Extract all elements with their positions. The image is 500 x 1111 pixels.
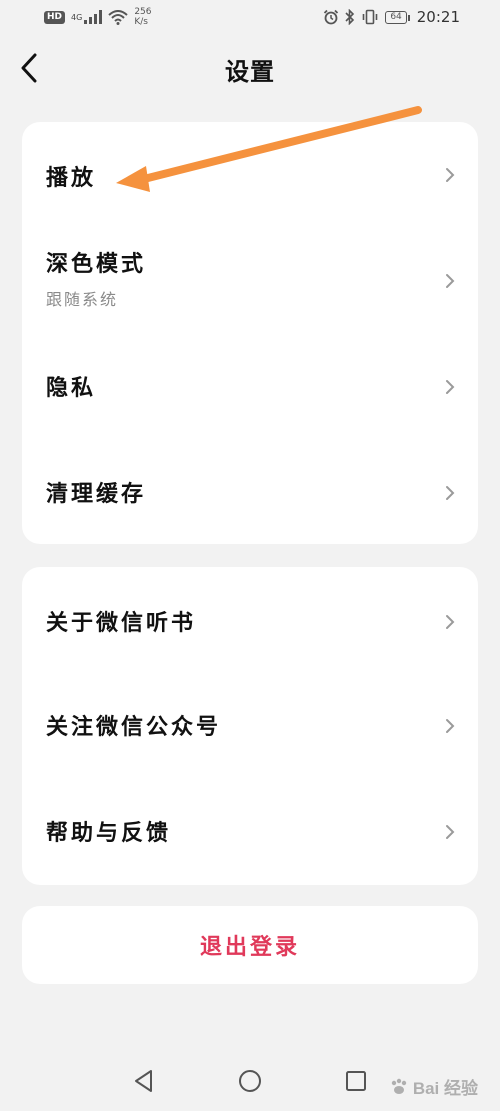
settings-item-label: 关注微信公众号 <box>46 715 222 740</box>
net-speed-unit: K/s <box>134 17 148 27</box>
settings-item-label: 关于微信听书 <box>46 611 197 636</box>
logout-button[interactable]: 退出登录 <box>22 906 478 984</box>
vibrate-icon <box>363 9 378 25</box>
wifi-icon <box>108 9 128 25</box>
watermark-text: Bai 经验 <box>412 1079 478 1098</box>
battery-indicator: 64 <box>385 10 411 24</box>
status-bar: HD 4G 256 K/s 64 20:21 <box>0 0 500 34</box>
settings-item-label: 帮助与反馈 <box>46 821 172 846</box>
alarm-icon <box>324 9 339 25</box>
system-nav-bar: Bai 经验 <box>0 1050 500 1111</box>
hd-badge: HD <box>44 10 66 24</box>
settings-item-label: 播放 <box>46 166 97 191</box>
network-type-label: 4G <box>71 13 83 22</box>
status-right: 64 20:21 <box>323 8 460 26</box>
watermark: Bai 经验 <box>389 1074 478 1099</box>
cell-signal-icon <box>84 10 103 24</box>
triangle-back-icon[interactable] <box>131 1068 157 1094</box>
circle-home-icon[interactable] <box>237 1068 263 1094</box>
settings-item-follow-account[interactable]: 关注微信公众号 <box>22 689 478 761</box>
settings-item-clear-cache[interactable]: 清理缓存 <box>22 456 478 528</box>
chevron-right-icon <box>446 168 455 182</box>
settings-item-sublabel: 跟随系统 <box>46 290 119 309</box>
chevron-right-icon <box>446 274 455 288</box>
logout-card: 退出登录 <box>22 906 478 984</box>
settings-group-general: 播放 深色模式 跟随系统 隐私 清理缓存 <box>22 122 478 544</box>
chevron-right-icon <box>446 825 455 839</box>
settings-item-about[interactable]: 关于微信听书 <box>22 585 478 657</box>
chevron-right-icon <box>446 719 455 733</box>
status-left: HD 4G 256 K/s <box>44 7 152 27</box>
page-title: 设置 <box>225 58 275 86</box>
settings-item-playback[interactable]: 播放 <box>22 142 478 208</box>
header: 设置 <box>0 40 500 96</box>
bluetooth-icon <box>345 9 355 25</box>
net-speed: 256 K/s <box>134 7 151 27</box>
chevron-right-icon <box>446 486 455 500</box>
status-time: 20:21 <box>416 8 460 26</box>
settings-item-label: 清理缓存 <box>46 482 147 507</box>
settings-group-about: 关于微信听书 关注微信公众号 帮助与反馈 <box>22 567 478 885</box>
settings-item-label: 隐私 <box>46 376 97 401</box>
chevron-right-icon <box>446 615 455 629</box>
net-speed-value: 256 <box>134 7 152 17</box>
paw-icon <box>391 1078 407 1094</box>
chevron-right-icon <box>446 380 455 394</box>
settings-item-dark-mode[interactable]: 深色模式 跟随系统 <box>22 226 478 334</box>
square-recent-icon[interactable] <box>343 1068 369 1094</box>
settings-item-label: 深色模式 <box>46 252 147 277</box>
settings-item-privacy[interactable]: 隐私 <box>22 350 478 422</box>
settings-item-help-feedback[interactable]: 帮助与反馈 <box>22 795 478 867</box>
